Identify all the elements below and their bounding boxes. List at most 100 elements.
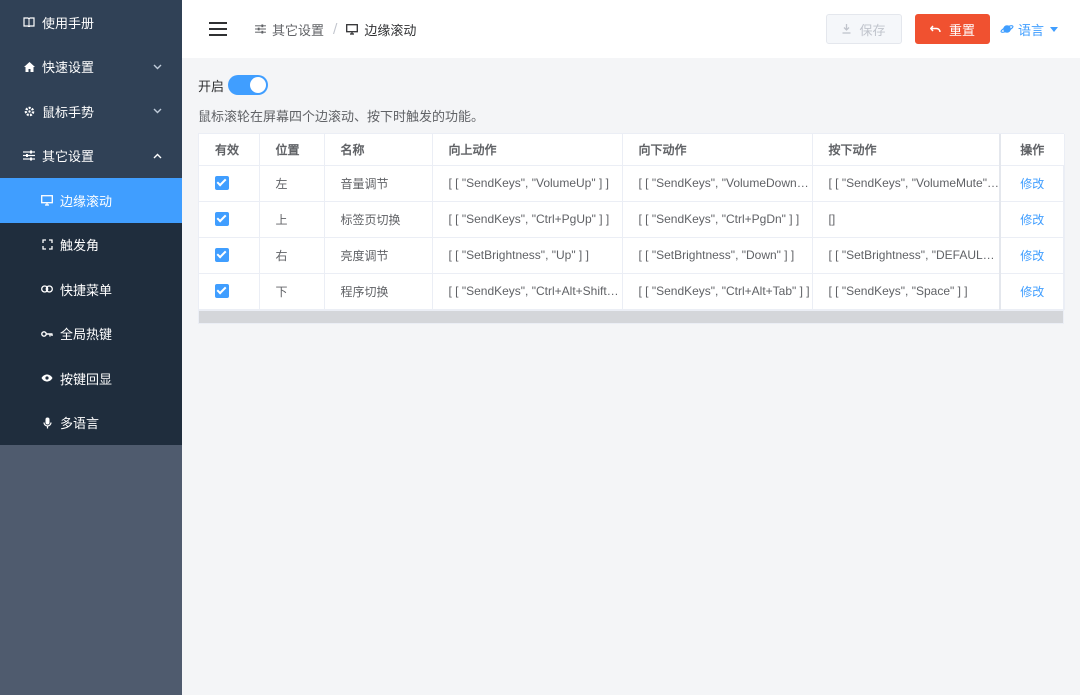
name-cell: 标签页切换	[324, 201, 433, 238]
main-content: 开启 鼠标滚轮在屏幕四个边滚动、按下时触发的功能。 有效 位置 名称 向上动作 …	[198, 58, 1065, 324]
sidebar-item-global-hotkey[interactable]: 全局热键	[0, 311, 182, 356]
breadcrumb-label: 其它设置	[272, 23, 325, 39]
up-action-cell: [ [ "SendKeys", "Ctrl+PgUp" ] ]	[432, 201, 623, 238]
table: 有效 位置 名称 向上动作 向下动作 按下动作 操作 左 音量调节 [ [ "S…	[199, 134, 1065, 310]
sidebar-item-quick-menu[interactable]: 快捷菜单	[0, 267, 182, 312]
sidebar-item-other-settings[interactable]: 其它设置	[0, 134, 182, 179]
valid-checkbox[interactable]	[215, 212, 229, 227]
top-header: 其它设置 / 边缘滚动 保存 重置 语言	[182, 0, 1080, 58]
operation-cell: 修改	[999, 237, 1065, 274]
valid-checkbox[interactable]	[215, 248, 229, 263]
down-action-cell: [ [ "SetBrightness", "Down" ] ]	[622, 237, 813, 274]
monitor-icon	[40, 193, 54, 207]
edge-scroll-table: 有效 位置 名称 向上动作 向下动作 按下动作 操作 左 音量调节 [ [ "S…	[198, 133, 1065, 324]
press-action-cell: [ [ "SetBrightness", "DEFAUL…	[812, 237, 1001, 274]
valid-checkbox[interactable]	[215, 284, 229, 299]
down-action-cell: [ [ "SendKeys", "VolumeDown…	[622, 165, 813, 202]
undo-icon	[929, 25, 941, 33]
sidebar-item-hot-corner[interactable]: 触发角	[0, 222, 182, 267]
position-cell: 左	[259, 165, 325, 202]
sidebar-item-label: 快速设置	[42, 61, 95, 77]
valid-cell	[199, 201, 260, 238]
sidebar-item-manual[interactable]: 使用手册	[0, 0, 182, 45]
other-settings-submenu: 边缘滚动 触发角 快捷菜单 全局热键 按键回显 多语言	[0, 178, 182, 445]
language-label: 语言	[1017, 23, 1044, 39]
operation-cell: 修改	[999, 201, 1065, 238]
name-cell: 亮度调节	[324, 237, 433, 274]
reset-button[interactable]: 重置	[914, 14, 990, 44]
caret-down-icon	[1050, 26, 1058, 32]
breadcrumb-label: 边缘滚动	[364, 23, 417, 39]
sidebar-item-label: 使用手册	[42, 16, 95, 32]
sidebar-item-label: 快捷菜单	[60, 283, 113, 299]
position-cell: 下	[259, 273, 325, 310]
down-action-cell: [ [ "SendKeys", "Ctrl+Alt+Tab" ] ]	[622, 273, 813, 310]
column-header-operation: 操作	[999, 134, 1065, 166]
enable-label: 开启	[198, 79, 225, 95]
sidebar-item-label: 全局热键	[60, 328, 113, 344]
position-cell: 上	[259, 201, 325, 238]
valid-checkbox[interactable]	[215, 176, 229, 191]
sidebar-menu: 使用手册 快速设置 鼠标手势 其它设置 边缘滚动 触发角 快捷菜单 全局热键 按…	[0, 0, 182, 445]
language-dropdown[interactable]: 语言	[1000, 20, 1058, 39]
feature-description: 鼠标滚轮在屏幕四个边滚动、按下时触发的功能。	[198, 110, 485, 125]
sidebar-item-label: 其它设置	[42, 150, 95, 166]
down-action-cell: [ [ "SendKeys", "Ctrl+PgDn" ] ]	[622, 201, 813, 238]
valid-cell	[199, 273, 260, 310]
position-cell: 右	[259, 237, 325, 274]
chevron-down-icon	[152, 62, 162, 72]
home-icon	[22, 60, 36, 74]
breadcrumb-separator: /	[333, 21, 338, 37]
breadcrumb-item-other-settings[interactable]: 其它设置	[255, 20, 324, 39]
sliders-icon	[22, 149, 36, 163]
planet-icon	[1000, 23, 1014, 35]
sidebar: 使用手册 快速设置 鼠标手势 其它设置 边缘滚动 触发角 快捷菜单 全局热键 按…	[0, 0, 182, 695]
column-header-press-action: 按下动作	[812, 134, 1001, 166]
sidebar-item-quick-settings[interactable]: 快速设置	[0, 45, 182, 90]
enable-switch[interactable]	[228, 75, 269, 95]
save-button[interactable]: 保存	[825, 14, 902, 44]
hamburger-menu-icon[interactable]	[209, 22, 227, 36]
column-header-up-action: 向上动作	[432, 134, 623, 166]
operation-cell: 修改	[999, 273, 1065, 310]
download-icon	[842, 24, 851, 34]
sidebar-item-label: 按键回显	[60, 372, 113, 388]
edit-link[interactable]: 修改	[1020, 213, 1044, 227]
horizontal-scrollbar[interactable]	[199, 309, 1063, 323]
up-action-cell: [ [ "SetBrightness", "Up" ] ]	[432, 237, 623, 274]
save-button-label: 保存	[859, 23, 886, 39]
table-header-row: 有效 位置 名称 向上动作 向下动作 按下动作 操作	[199, 134, 1065, 166]
breadcrumb: 其它设置 / 边缘滚动	[255, 20, 416, 39]
chevron-down-icon	[152, 106, 162, 116]
operation-cell: 修改	[999, 165, 1065, 202]
press-action-cell: [ [ "SendKeys", "Space" ] ]	[812, 273, 1001, 310]
table-row: 右 亮度调节 [ [ "SetBrightness", "Up" ] ] [ […	[199, 237, 1065, 274]
chevron-up-icon	[152, 151, 162, 161]
key-icon	[40, 327, 54, 341]
switch-knob	[250, 77, 267, 93]
sidebar-item-label: 边缘滚动	[60, 194, 113, 210]
breadcrumb-item-edge-scroll: 边缘滚动	[346, 20, 416, 39]
sidebar-item-key-echo[interactable]: 按键回显	[0, 356, 182, 401]
valid-cell	[199, 165, 260, 202]
up-action-cell: [ [ "SendKeys", "Ctrl+Alt+Shift…	[432, 273, 623, 310]
column-header-position: 位置	[259, 134, 325, 166]
table-row: 下 程序切换 [ [ "SendKeys", "Ctrl+Alt+Shift… …	[199, 273, 1065, 310]
sidebar-item-label: 鼠标手势	[42, 105, 95, 121]
gear-icon	[22, 104, 36, 118]
enable-row: 开启	[198, 75, 1064, 95]
sidebar-item-mouse-gesture[interactable]: 鼠标手势	[0, 89, 182, 134]
corners-icon	[40, 238, 54, 252]
edit-link[interactable]: 修改	[1020, 285, 1044, 299]
edit-link[interactable]: 修改	[1020, 177, 1044, 191]
name-cell: 音量调节	[324, 165, 433, 202]
press-action-cell: []	[812, 201, 1001, 238]
sidebar-item-label: 多语言	[60, 417, 100, 433]
sidebar-item-multilanguage[interactable]: 多语言	[0, 400, 182, 445]
table-row: 上 标签页切换 [ [ "SendKeys", "Ctrl+PgUp" ] ] …	[199, 201, 1065, 238]
edit-link[interactable]: 修改	[1020, 249, 1044, 263]
monitor-icon	[346, 23, 359, 35]
name-cell: 程序切换	[324, 273, 433, 310]
sidebar-item-edge-scroll[interactable]: 边缘滚动	[0, 178, 182, 223]
press-action-cell: [ [ "SendKeys", "VolumeMute" ] ]	[812, 165, 1001, 202]
